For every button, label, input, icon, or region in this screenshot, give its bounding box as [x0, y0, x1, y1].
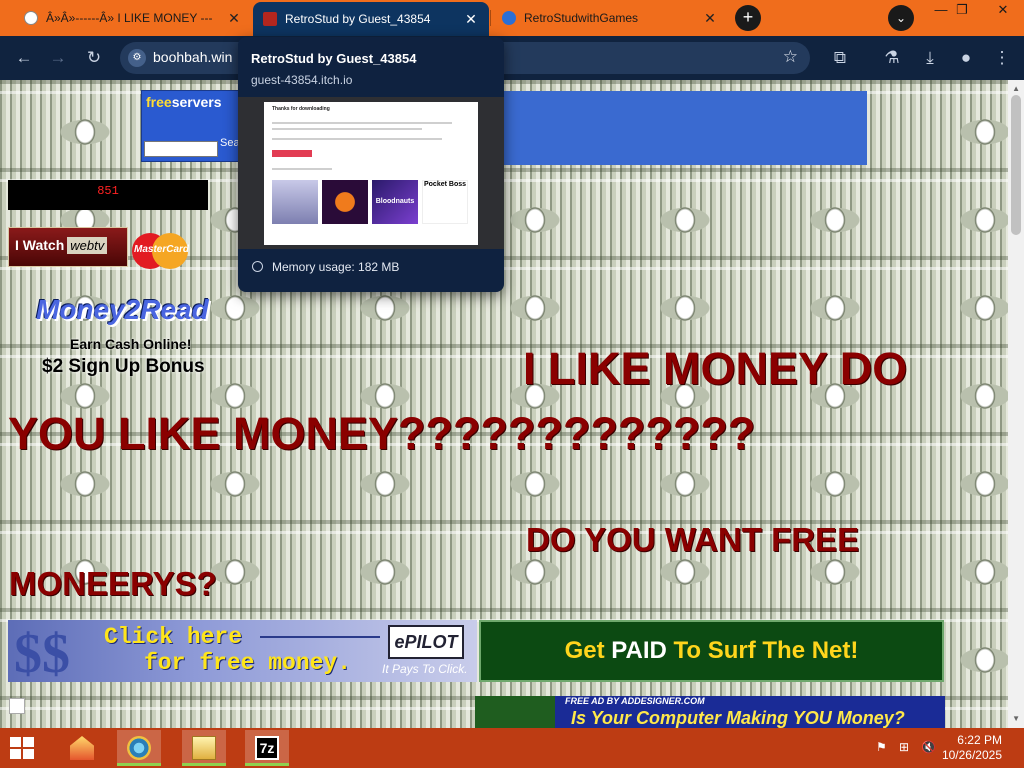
hit-counter: 851	[8, 180, 208, 210]
labs-icon[interactable]: ⚗	[880, 46, 904, 70]
addesigner-question: Is Your Computer Making YOU Money?	[571, 708, 905, 728]
preview-thumb: Bloodnauts	[372, 180, 418, 224]
headline-line-3: DO YOU WANT FREE	[526, 521, 860, 558]
broken-image-icon	[9, 698, 25, 714]
blue-banner	[493, 91, 867, 165]
memory-gauge-icon	[252, 261, 263, 272]
web-page: freeservers Sea 851 I Watch webtv MasterC…	[0, 80, 1008, 728]
forward-button[interactable]: →	[46, 46, 70, 70]
money2read-tagline: Earn Cash Online!	[70, 336, 192, 352]
site-favicon-icon	[502, 11, 516, 25]
scroll-down-arrow-icon[interactable]: ▼	[1012, 714, 1020, 723]
freeservers-search-button[interactable]: Sea	[220, 137, 240, 149]
windows-start-icon[interactable]	[10, 737, 34, 759]
addesigner-credit: FREE AD BY ADDESIGNER.COM	[565, 696, 705, 706]
preview-download-modal: Thanks for downloading Bloodnauts Pocket…	[264, 102, 478, 245]
close-tab-icon[interactable]: ✕	[702, 10, 718, 27]
tab-strip: Â»Â»------Â» I LIKE MONEY --- ✕ RetroStu…	[0, 0, 1024, 36]
tab-retrostudwithgames[interactable]: RetroStudwithGames ✕	[492, 0, 728, 36]
epilot-logo: ePILOT	[388, 625, 464, 659]
tab-separator	[490, 10, 491, 26]
hover-card-preview: Thanks for downloading Bloodnauts Pocket…	[238, 97, 504, 249]
webtv-badge[interactable]: I Watch webtv	[8, 227, 128, 267]
clock-date: 10/26/2025	[941, 748, 1002, 762]
7zip-icon: 7z	[255, 736, 279, 760]
new-tab-button[interactable]: +	[735, 5, 761, 31]
headline-line-2: YOU LIKE MONEY?????????????	[8, 408, 756, 459]
mastercard-logo[interactable]: MasterCard	[132, 233, 189, 269]
menu-icon[interactable]: ⋮	[990, 46, 1014, 70]
tab-title: Â»Â»------Â» I LIKE MONEY ---	[46, 11, 213, 25]
profile-icon[interactable]: ●	[954, 46, 978, 70]
hover-card-memory: Memory usage: 182 MB	[252, 260, 399, 274]
bookmark-star-icon[interactable]: ☆	[783, 47, 798, 67]
volume-muted-icon[interactable]: 🔇	[921, 740, 936, 754]
hover-card-url: guest-43854.itch.io	[251, 73, 353, 87]
taskbar-app-file-manager[interactable]	[60, 730, 104, 766]
tab-search-button[interactable]: ⌄	[888, 5, 914, 31]
close-window-button[interactable]: ✕	[986, 0, 1020, 22]
tab-title: RetroStudwithGames	[524, 11, 639, 25]
taskbar-app-explorer[interactable]	[182, 730, 226, 766]
address-url: boohbah.win	[153, 49, 233, 65]
preview-thumb	[322, 180, 368, 224]
addesigner-banner[interactable]: FREE AD BY ADDESIGNER.COM Is Your Comput…	[475, 696, 945, 728]
clock[interactable]: 6:22 PM 10/26/2025	[942, 733, 1002, 763]
money2read-logo[interactable]: Money2Read	[36, 294, 236, 334]
tab-title: RetroStud by Guest_43854	[285, 12, 431, 26]
freeservers-search-input[interactable]	[144, 141, 218, 157]
epilot-line-2: for free money.	[144, 650, 352, 676]
downloads-icon[interactable]: ⤓	[918, 46, 942, 70]
taskbar-app-browser[interactable]	[117, 730, 161, 766]
headline-line-1: I LIKE MONEY DO	[523, 343, 908, 394]
close-tab-icon[interactable]: ✕	[463, 11, 479, 28]
headline-line-4: MONEERYS?	[9, 565, 217, 602]
epilot-line-1: Click here	[104, 624, 243, 650]
network-icon[interactable]: ⊞	[899, 740, 909, 754]
money2read-bonus: $2 Sign Up Bonus	[42, 356, 205, 377]
folder-app-icon	[70, 736, 94, 760]
taskbar-app-7zip[interactable]: 7z	[245, 730, 289, 766]
epilot-tagline: It Pays To Click.	[382, 662, 468, 676]
arrow-icon	[260, 636, 380, 638]
browser-toolbar: ← → ↻ ⚙ boohbah.win ☆ ⧉ ⚗ ⤓ ● ⋮	[0, 36, 1024, 80]
tab-retrostud[interactable]: RetroStud by Guest_43854 ✕	[253, 2, 489, 36]
flag-icon[interactable]: ⚑	[876, 740, 887, 754]
freeservers-logo: freeservers	[146, 94, 222, 110]
hover-card-title: RetroStud by Guest_43854	[251, 51, 417, 66]
get-paid-banner[interactable]: Get PAID To Surf The Net!	[479, 620, 944, 682]
back-button[interactable]: ←	[12, 46, 36, 70]
site-info-icon[interactable]: ⚙	[128, 49, 146, 67]
tab-i-like-money[interactable]: Â»Â»------Â» I LIKE MONEY --- ✕	[14, 0, 252, 36]
taskbar: 7z ⚑ ⊞ 🔇 6:22 PM 10/26/2025	[0, 728, 1024, 768]
scrollbar-thumb[interactable]	[1011, 95, 1021, 235]
maximize-button[interactable]: ❐	[945, 0, 979, 22]
itch-favicon-icon	[263, 12, 277, 26]
dollar-sign-icon: $$	[14, 623, 70, 685]
clock-time: 6:22 PM	[957, 733, 1002, 747]
epilot-banner[interactable]: $$ Click here for free money. ePILOT It …	[8, 620, 477, 685]
preview-thumb: Pocket Boss	[422, 180, 468, 224]
scroll-up-arrow-icon[interactable]: ▲	[1012, 84, 1020, 93]
reload-button[interactable]: ↻	[82, 46, 106, 70]
globe-icon	[24, 11, 38, 25]
browser-window: Â»Â»------Â» I LIKE MONEY --- ✕ RetroStu…	[0, 0, 1024, 768]
browser-app-icon	[127, 736, 151, 760]
tab-hover-card: RetroStud by Guest_43854 guest-43854.itc…	[238, 37, 504, 292]
freeservers-banner[interactable]: freeservers Sea	[141, 90, 243, 162]
file-explorer-icon	[192, 736, 216, 760]
extensions-icon[interactable]: ⧉	[828, 46, 852, 70]
preview-thumb	[272, 180, 318, 224]
close-tab-icon[interactable]: ✕	[226, 10, 242, 27]
